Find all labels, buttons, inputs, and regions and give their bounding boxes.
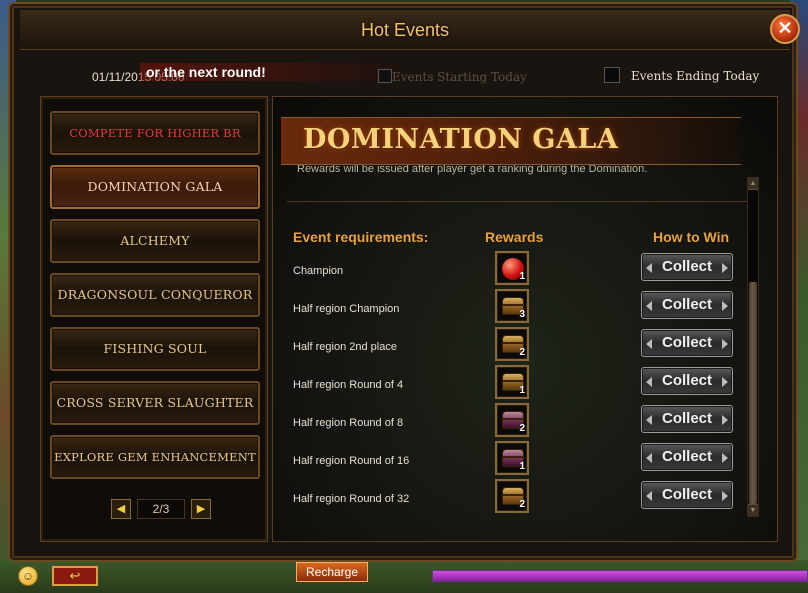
event-item-domination-gala[interactable]: Domination Gala: [50, 165, 260, 209]
event-item-label: Compete for Higher BR: [69, 126, 241, 140]
how-to-win-header: How to Win: [653, 229, 730, 245]
window-title: Hot Events: [360, 20, 450, 40]
requirement-label: Champion: [293, 265, 344, 277]
close-button[interactable]: ✕: [770, 14, 800, 44]
reward-qty: 1: [519, 385, 525, 396]
requirement-label: Half region Round of 4: [293, 379, 404, 391]
scroll-up-arrow-icon[interactable]: ▲: [748, 178, 758, 190]
event-item-explore-gem[interactable]: Explore Gem Enhancement: [50, 435, 260, 479]
scrollbar[interactable]: ▲ ▼: [747, 177, 759, 517]
collect-button[interactable]: Collect: [641, 367, 733, 395]
experience-fill: [433, 571, 807, 581]
reward-qty: 2: [519, 499, 525, 510]
requirement-label: Half region Champion: [293, 303, 400, 315]
requirement-label: Half region Round of 16: [293, 455, 410, 467]
experience-bar: [432, 570, 808, 582]
event-banner: Domination Gala: [281, 117, 741, 165]
title-bar: Hot Events: [20, 10, 790, 50]
collect-button[interactable]: Collect: [641, 405, 733, 433]
event-detail-panel: Domination Gala Rewards will be issued a…: [272, 96, 778, 542]
collect-button[interactable]: Collect: [641, 253, 733, 281]
event-item-label: Alchemy: [120, 233, 190, 248]
scrolling-banner: or the next round!: [140, 63, 400, 81]
filter-ending-label: Events Ending Today: [631, 69, 760, 83]
page-indicator: 2/3: [137, 499, 185, 519]
requirement-label: Half region 2nd place: [293, 341, 397, 353]
next-page-button[interactable]: ▶: [191, 499, 211, 519]
event-item-label: Domination Gala: [87, 179, 223, 194]
reward-slot[interactable]: 2: [495, 327, 529, 361]
requirements-header: Event requirements:: [293, 229, 429, 245]
scroll-thumb[interactable]: [749, 282, 757, 504]
top-bar: 01/11/2015 05:00 or the next round! Even…: [32, 56, 782, 92]
pager: ◀ 2/3 ▶: [111, 499, 211, 521]
return-arrow-icon[interactable]: ↩: [52, 566, 98, 586]
event-item-alchemy[interactable]: Alchemy: [50, 219, 260, 263]
reward-slot[interactable]: 1: [495, 441, 529, 475]
event-list-panel: Compete for Higher BR Domination Gala Al…: [40, 96, 268, 542]
collect-button[interactable]: Collect: [641, 291, 733, 319]
event-item-label: Fishing Soul: [103, 341, 207, 356]
collect-button[interactable]: Collect: [641, 481, 733, 509]
requirement-label: Half region Round of 8: [293, 417, 404, 429]
reward-slot[interactable]: 1: [495, 251, 529, 285]
recharge-button[interactable]: Recharge: [296, 562, 368, 582]
event-description: Rewards will be issued after player get …: [297, 165, 648, 175]
filter-starting-label: Events Starting Today: [392, 70, 527, 84]
reward-slot[interactable]: 2: [495, 403, 529, 437]
collect-button[interactable]: Collect: [641, 443, 733, 471]
prev-page-button[interactable]: ◀: [111, 499, 131, 519]
reward-qty: 2: [519, 423, 525, 434]
bottom-hud: ☺ ↩ Recharge: [0, 562, 808, 593]
reward-slot[interactable]: 3: [495, 289, 529, 323]
event-title: Domination Gala: [303, 124, 619, 155]
event-item-label: Dragonsoul Conqueror: [57, 287, 253, 302]
reward-slot[interactable]: 2: [495, 479, 529, 513]
hot-events-window: Hot Events ✕ 01/11/2015 05:00 or the nex…: [8, 2, 800, 562]
event-item-cross-server-slaughter[interactable]: Cross Server Slaughter: [50, 381, 260, 425]
event-item-compete-br[interactable]: Compete for Higher BR: [50, 111, 260, 155]
filter-starting-checkbox[interactable]: [378, 69, 392, 83]
event-item-fishing-soul[interactable]: Fishing Soul: [50, 327, 260, 371]
event-item-dragonsoul-conqueror[interactable]: Dragonsoul Conqueror: [50, 273, 260, 317]
reward-qty: 2: [519, 347, 525, 358]
reward-slot[interactable]: 1: [495, 365, 529, 399]
divider: [287, 201, 747, 202]
scroll-down-arrow-icon[interactable]: ▼: [748, 504, 758, 516]
collect-button[interactable]: Collect: [641, 329, 733, 357]
emote-icon[interactable]: ☺: [18, 566, 38, 586]
requirement-label: Half region Round of 32: [293, 493, 410, 505]
reward-qty: 1: [519, 271, 525, 282]
reward-qty: 3: [519, 309, 525, 320]
event-item-label: Cross Server Slaughter: [56, 395, 254, 410]
filter-ending-checkbox[interactable]: [604, 67, 620, 83]
rewards-header: Rewards: [485, 229, 544, 245]
reward-qty: 1: [519, 461, 525, 472]
event-item-label: Explore Gem Enhancement: [54, 450, 256, 464]
